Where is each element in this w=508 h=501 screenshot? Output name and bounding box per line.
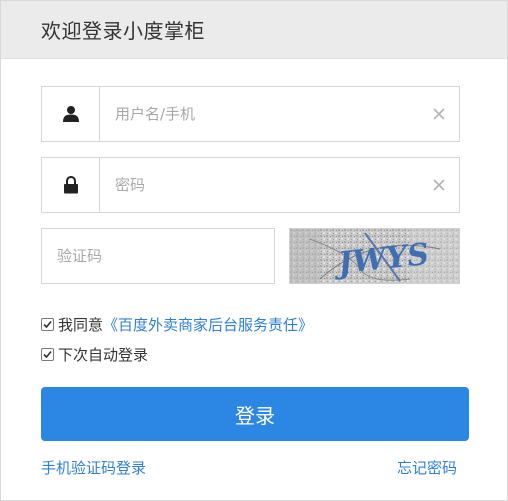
clear-password-icon[interactable] bbox=[427, 173, 451, 197]
panel-header: 欢迎登录小度掌柜 bbox=[1, 1, 507, 59]
page-title: 欢迎登录小度掌柜 bbox=[41, 19, 205, 43]
login-panel: 欢迎登录小度掌柜 用户名/手机 验证码 JWYS 我同意 《百度外卖商家后台服务… bbox=[0, 0, 508, 501]
username-field bbox=[41, 86, 460, 142]
lock-icon bbox=[42, 158, 100, 212]
auto-login-label: 下次自动登录 bbox=[58, 345, 149, 364]
sms-login-link[interactable]: 手机验证码登录 bbox=[41, 457, 146, 478]
login-button[interactable]: 登录 bbox=[41, 387, 469, 441]
captcha-input[interactable] bbox=[57, 229, 257, 283]
terms-link[interactable]: 《百度外卖商家后台服务责任》 bbox=[103, 314, 313, 335]
password-input[interactable] bbox=[115, 158, 415, 212]
user-icon bbox=[42, 87, 100, 141]
auto-login-checkbox[interactable] bbox=[41, 347, 54, 361]
agree-label: 我同意 bbox=[58, 315, 104, 334]
clear-username-icon[interactable] bbox=[427, 102, 451, 126]
password-field bbox=[41, 157, 460, 213]
auto-login-row: 下次自动登录 bbox=[41, 344, 148, 364]
agree-checkbox[interactable] bbox=[41, 317, 54, 331]
captcha-field bbox=[41, 228, 275, 284]
agree-row: 我同意 《百度外卖商家后台服务责任》 bbox=[41, 314, 313, 334]
captcha-image[interactable]: JWYS bbox=[289, 228, 460, 284]
username-input[interactable] bbox=[115, 87, 415, 141]
forgot-password-link[interactable]: 忘记密码 bbox=[397, 457, 457, 478]
